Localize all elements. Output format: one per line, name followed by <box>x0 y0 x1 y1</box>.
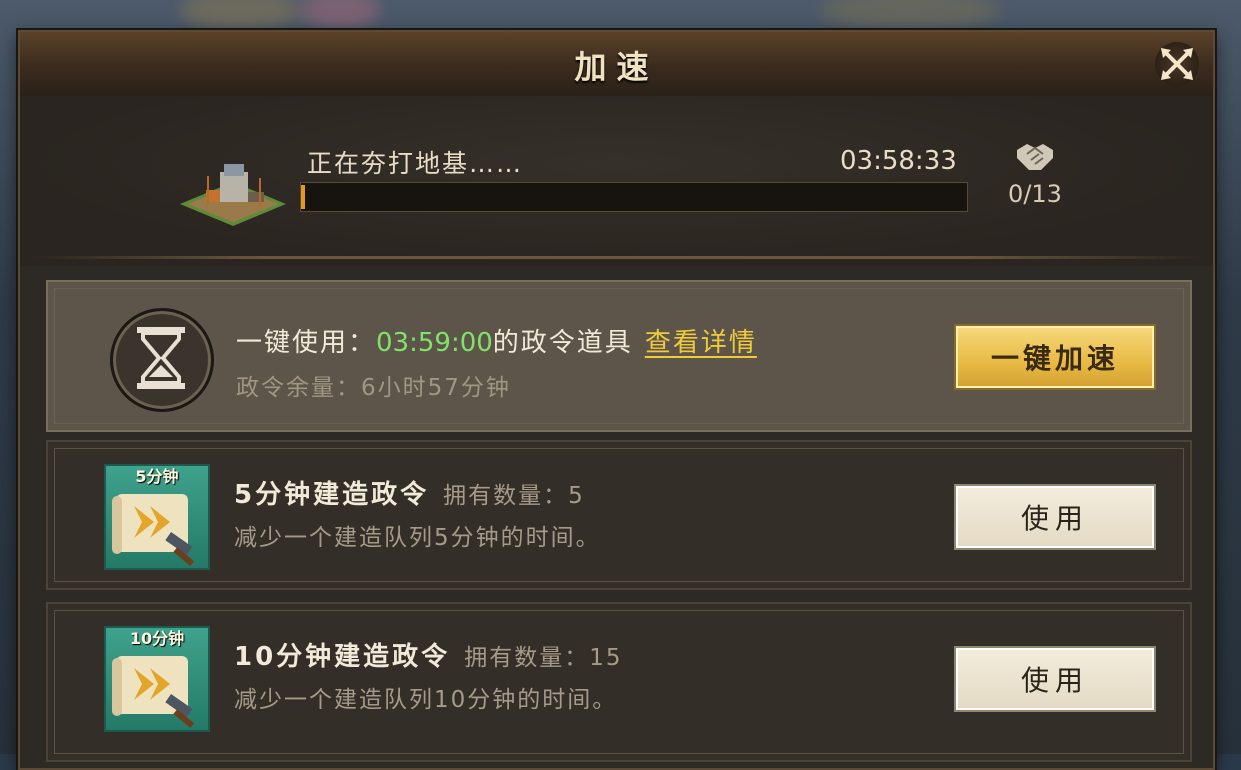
remaining-time: 03:58:33 <box>840 146 957 176</box>
handshake-icon[interactable] <box>1015 140 1055 174</box>
item-title: 10分钟建造政令 <box>234 642 451 672</box>
one-click-speedup-card: 一键使用：03:59:00的政令道具 查看详情 政令余量：6小时57分钟 一键加速 <box>46 280 1192 432</box>
item-description: 减少一个建造队列5分钟的时间。 <box>234 525 601 551</box>
use-item-button[interactable]: 使用 <box>956 648 1154 710</box>
use-item-button[interactable]: 使用 <box>956 486 1154 548</box>
alliance-help-count: 0/13 <box>1008 180 1062 208</box>
construction-progress-bar <box>300 182 968 212</box>
section-divider <box>30 256 1203 259</box>
decree-remaining: 政令余量：6小时57分钟 <box>236 375 511 401</box>
speedup-item-card: 5分钟 5分钟建造政令 拥有数量：5 减少一个建造队列5分钟的时间。 使用 <box>46 440 1192 590</box>
construction-status: 正在夯打地基…… <box>307 149 524 178</box>
item-title: 5分钟建造政令 <box>234 480 430 510</box>
one-click-description: 一键使用：03:59:00的政令道具 查看详情 <box>236 322 757 359</box>
building-construction-icon <box>180 164 286 226</box>
item-owned-count: 拥有数量：5 <box>443 483 585 509</box>
progress-bar-fill <box>301 185 305 209</box>
one-click-speedup-button[interactable]: 一键加速 <box>956 326 1154 388</box>
view-details-link[interactable]: 查看详情 <box>645 328 757 358</box>
item-badge: 10分钟 <box>129 629 185 648</box>
item-description: 减少一个建造队列10分钟的时间。 <box>234 687 618 713</box>
close-x-icon <box>1161 48 1193 80</box>
one-click-label-prefix: 一键使用： <box>236 328 377 358</box>
hourglass-icon <box>110 308 214 412</box>
scroll-hammer-icon <box>112 494 195 567</box>
close-button[interactable] <box>1155 42 1199 86</box>
dialog-title: 加速 <box>574 48 659 86</box>
item-owned-count: 拥有数量：15 <box>464 645 623 671</box>
speedup-dialog: 加速 正在夯打地基…… 03:58:33 0/13 一键使用：03:59:00的… <box>18 30 1215 770</box>
speedup-item-card: 10分钟 10分钟建造政令 拥有数量：15 减少一个建造队列10分钟的时间。 使用 <box>46 602 1192 762</box>
scroll-hammer-icon <box>112 656 195 729</box>
one-click-duration: 03:59:00 <box>376 328 493 358</box>
item-badge: 5分钟 <box>135 467 179 486</box>
item-name: 5分钟建造政令 拥有数量：5 <box>234 474 585 511</box>
dialog-titlebar: 加速 <box>20 32 1213 97</box>
item-name: 10分钟建造政令 拥有数量：15 <box>234 636 622 673</box>
build-decree-item-icon: 5分钟 <box>104 464 210 570</box>
one-click-label-suffix: 的政令道具 <box>492 328 633 358</box>
build-decree-item-icon: 10分钟 <box>104 626 210 732</box>
